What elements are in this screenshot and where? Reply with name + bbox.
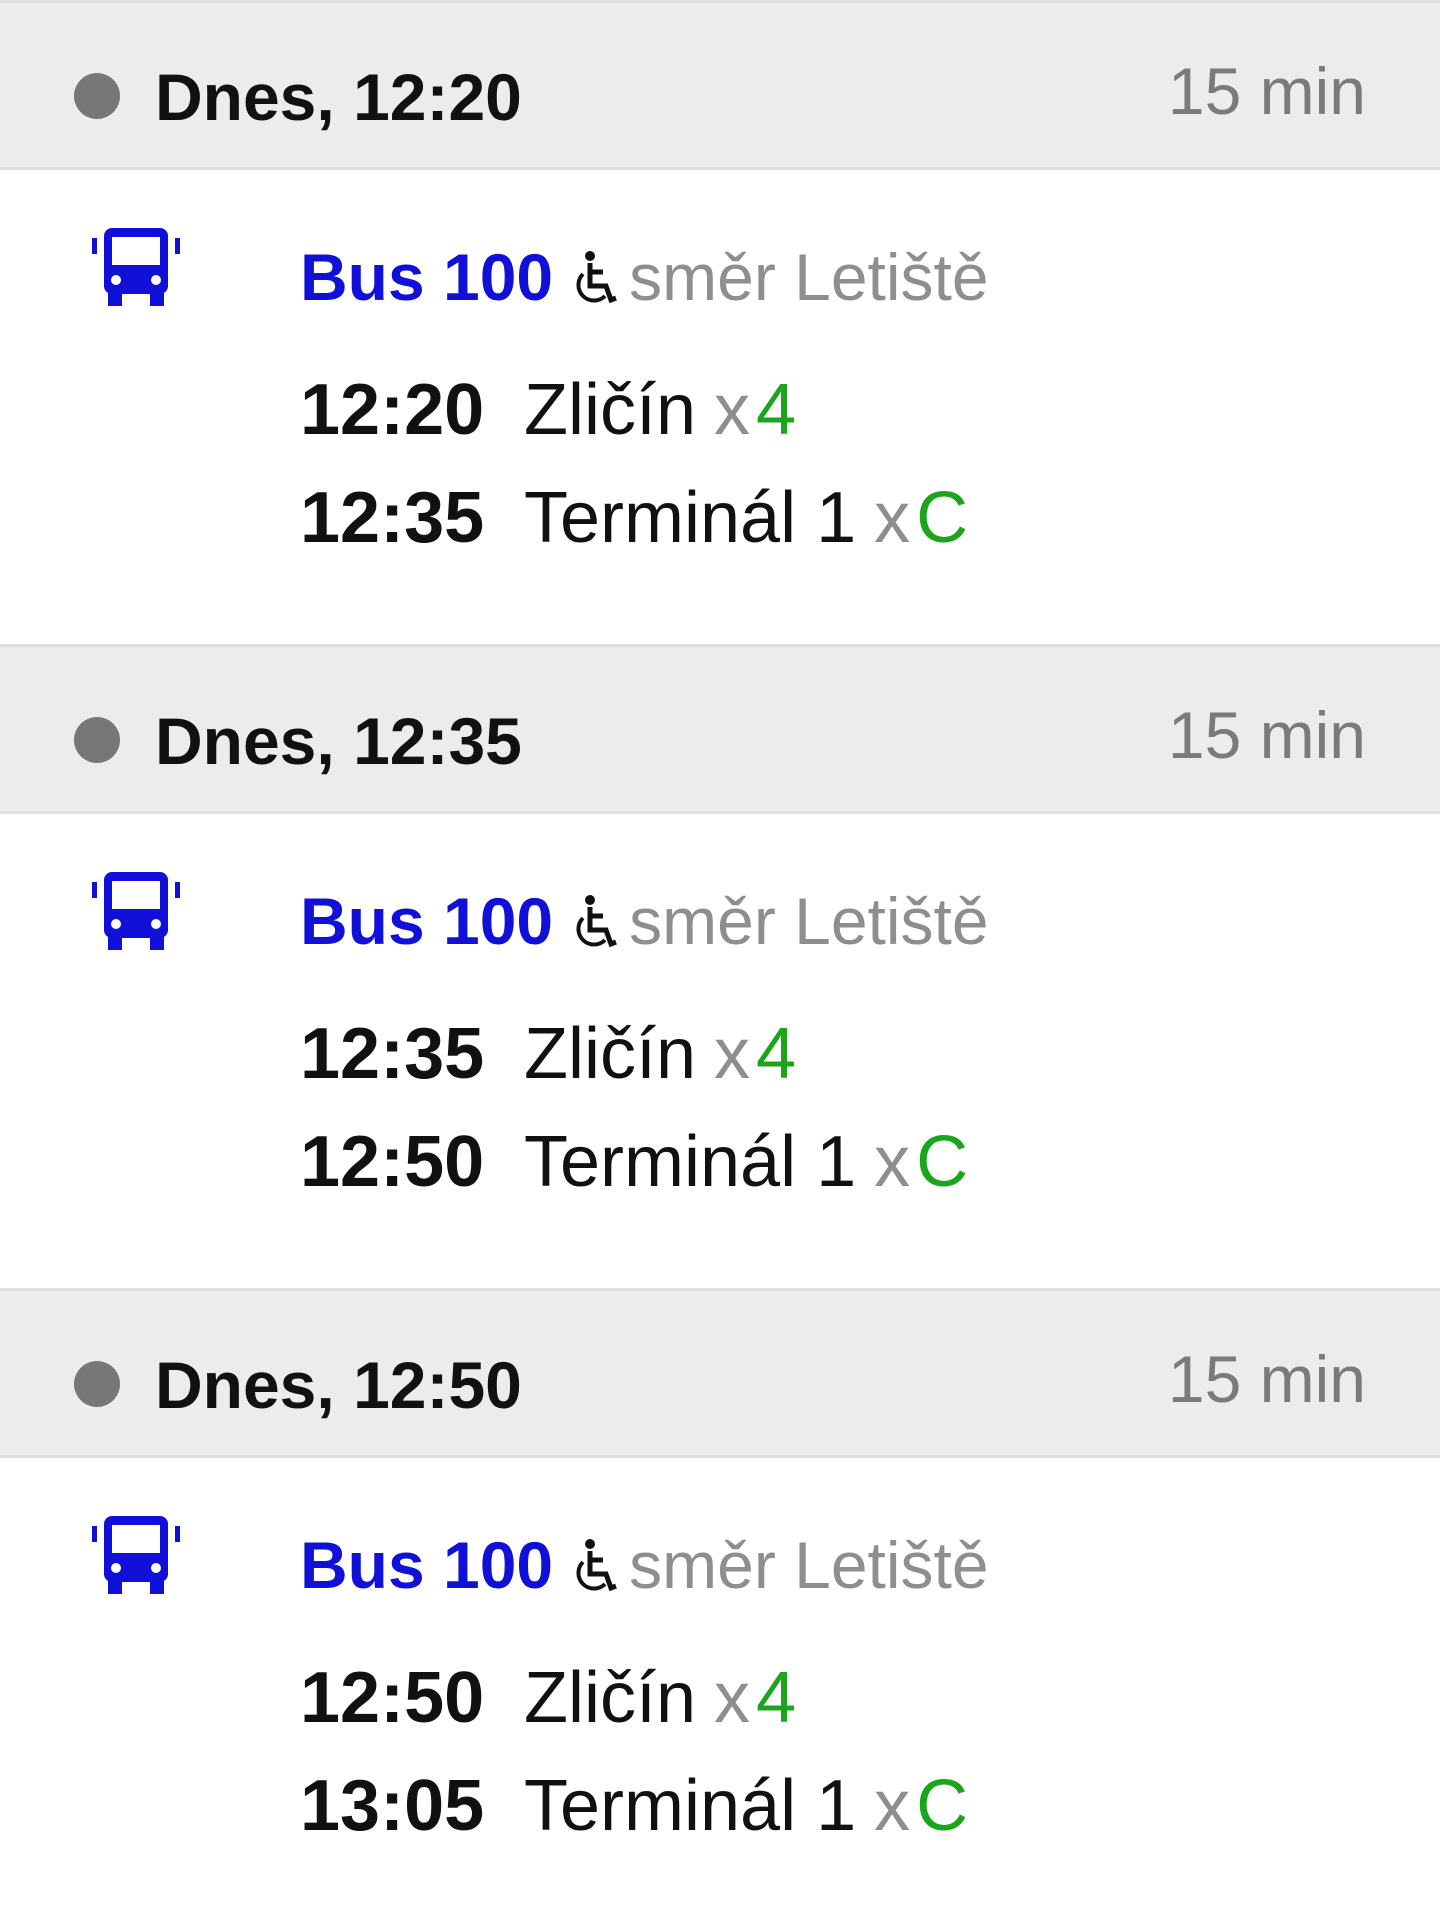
- line-info: Bus 100 směr Letiště: [300, 1520, 989, 1610]
- connection-list: Dnes, 12:20 15 min Bus 100 směr Letiště 1…: [0, 0, 1440, 1911]
- stop-time: 12:35: [300, 1014, 485, 1094]
- line-name: Bus 100: [300, 240, 554, 314]
- connection-details[interactable]: Bus 100 směr Letiště 12:35 Zličín x4 12:50 T…: [0, 814, 1440, 1288]
- departure-stop: 12:35 Zličín x4: [300, 1004, 796, 1104]
- departure-stop: 12:50 Zličín x4: [300, 1648, 796, 1748]
- stop-time: 12:20: [300, 370, 485, 450]
- stop-separator: x: [874, 478, 911, 558]
- line-name: Bus 100: [300, 1528, 554, 1602]
- status-dot-icon: [74, 73, 120, 119]
- connection-details[interactable]: Bus 100 směr Letiště 12:50 Zličín x4 13:05 T…: [0, 1458, 1440, 1911]
- stop-separator: x: [714, 1658, 751, 1738]
- connection-details[interactable]: Bus 100 směr Letiště 12:20 Zličín x4 12:35 T…: [0, 170, 1440, 644]
- departure-stop: 12:20 Zličín x4: [300, 360, 796, 460]
- line-info: Bus 100 směr Letiště: [300, 876, 989, 966]
- trip-duration: 15 min: [1167, 1342, 1366, 1416]
- stop-platform: 4: [756, 1658, 797, 1738]
- line-direction: směr Letiště: [629, 1528, 989, 1602]
- line-direction: směr Letiště: [629, 884, 989, 958]
- wheelchair-icon: [576, 895, 618, 948]
- stop-name: Terminál 1: [524, 1766, 857, 1846]
- stop-platform: C: [916, 1766, 969, 1846]
- connection-item[interactable]: Dnes, 12:35 15 min Bus 100 směr Letiště 1…: [0, 644, 1440, 1288]
- status-dot-icon: [74, 717, 120, 763]
- departure-date: Dnes, 12:20: [155, 60, 522, 134]
- arrival-stop: 12:35 Terminál 1 xC: [300, 468, 968, 568]
- stop-separator: x: [714, 370, 751, 450]
- bus-icon: [92, 1516, 180, 1594]
- departure-date: Dnes, 12:50: [155, 1348, 522, 1422]
- stop-separator: x: [714, 1014, 751, 1094]
- stop-name: Zličín: [524, 370, 697, 450]
- stop-time: 12:50: [300, 1122, 485, 1202]
- connection-item[interactable]: Dnes, 12:50 15 min Bus 100 směr Letiště 1…: [0, 1288, 1440, 1911]
- stop-time: 12:50: [300, 1658, 485, 1738]
- stop-separator: x: [874, 1122, 911, 1202]
- line-direction: směr Letiště: [629, 240, 989, 314]
- trip-duration: 15 min: [1167, 698, 1366, 772]
- trip-duration: 15 min: [1167, 54, 1366, 128]
- status-dot-icon: [74, 1361, 120, 1407]
- arrival-stop: 12:50 Terminál 1 xC: [300, 1112, 968, 1212]
- connection-header[interactable]: Dnes, 12:20 15 min: [0, 0, 1440, 170]
- stop-name: Terminál 1: [524, 1122, 857, 1202]
- stop-time: 13:05: [300, 1766, 485, 1846]
- wheelchair-icon: [576, 1539, 618, 1592]
- stop-platform: C: [916, 1122, 969, 1202]
- stop-platform: 4: [756, 1014, 797, 1094]
- connection-header[interactable]: Dnes, 12:35 15 min: [0, 644, 1440, 814]
- stop-time: 12:35: [300, 478, 485, 558]
- connection-item[interactable]: Dnes, 12:20 15 min Bus 100 směr Letiště 1…: [0, 0, 1440, 644]
- departure-date: Dnes, 12:35: [155, 704, 522, 778]
- line-name: Bus 100: [300, 884, 554, 958]
- line-info: Bus 100 směr Letiště: [300, 232, 989, 322]
- wheelchair-icon: [576, 251, 618, 304]
- stop-platform: 4: [756, 370, 797, 450]
- stop-separator: x: [874, 1766, 911, 1846]
- bus-icon: [92, 872, 180, 950]
- stop-name: Zličín: [524, 1014, 697, 1094]
- stop-name: Zličín: [524, 1658, 697, 1738]
- stop-name: Terminál 1: [524, 478, 857, 558]
- arrival-stop: 13:05 Terminál 1 xC: [300, 1756, 968, 1856]
- bus-icon: [92, 228, 180, 306]
- stop-platform: C: [916, 478, 969, 558]
- connection-header[interactable]: Dnes, 12:50 15 min: [0, 1288, 1440, 1458]
